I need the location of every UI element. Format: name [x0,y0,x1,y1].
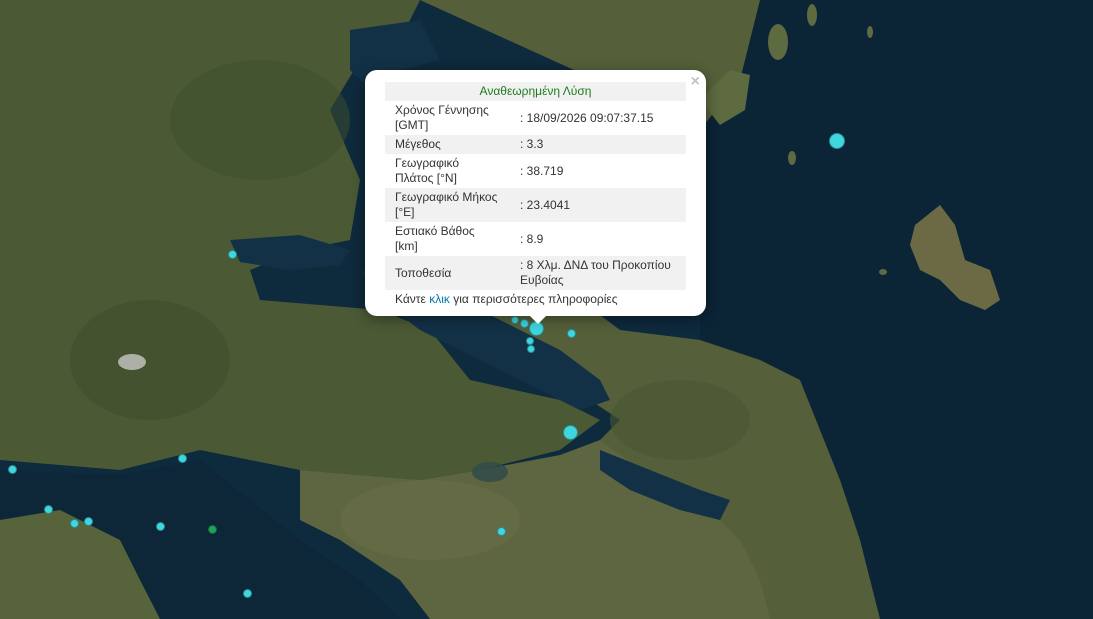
row-value: : 8 Χλμ. ΔΝΔ του Προκοπίου Ευβοίας [510,256,686,290]
earthquake-marker[interactable] [567,329,576,338]
row-label: Γεωγραφικό Μήκος [°E] [385,188,510,222]
row-value: : 23.4041 [510,188,686,222]
earthquake-marker[interactable] [84,517,93,526]
more-info-suffix: για περισσότερες πληροφορίες [453,292,618,306]
earthquake-marker[interactable] [829,133,845,149]
row-value: : 8.9 [520,231,544,246]
row-value: : 18/09/2026 09:07:37.15 [520,110,654,125]
earthquake-info-popup: × Αναθεωρημένη Λύση Χρόνος Γέννησης [GMT… [365,70,706,316]
more-info-line: Κάντε κλικ για περισσότερες πληροφορίες [385,290,686,308]
popup-title: Αναθεωρημένη Λύση [385,82,686,101]
earthquake-marker[interactable] [8,465,17,474]
row-label: Γεωγραφικό Πλάτος [°N] [395,156,460,185]
earthquake-marker[interactable] [228,250,237,259]
earthquake-marker[interactable] [44,505,53,514]
row-value: : 38.719 [520,163,564,178]
earthquake-marker[interactable] [527,345,535,353]
more-info-link[interactable]: κλικ [429,292,450,306]
row-label: Τοποθεσία [385,256,510,290]
earthquake-marker[interactable] [70,519,79,528]
earthquake-marker[interactable] [511,316,519,324]
row-label: Χρόνος Γέννησης [GMT] [395,103,489,132]
row-label: Εστιακό Βάθος [km] [395,224,475,253]
row-label: Μέγεθος [385,135,510,154]
earthquake-marker[interactable] [178,454,187,463]
earthquake-marker[interactable] [497,527,506,536]
earthquake-marker[interactable] [563,425,578,440]
earthquake-marker[interactable] [156,522,165,531]
row-value: : 3.3 [510,135,686,154]
earthquake-marker[interactable] [526,337,534,345]
earthquake-marker[interactable] [243,589,252,598]
popup-tip [528,314,548,324]
close-icon[interactable]: × [691,73,700,91]
more-info-prefix: Κάντε [395,292,426,306]
earthquake-marker-green[interactable] [208,525,217,534]
earthquake-info-table: Αναθεωρημένη Λύση Χρόνος Γέννησης [GMT]:… [385,82,686,290]
